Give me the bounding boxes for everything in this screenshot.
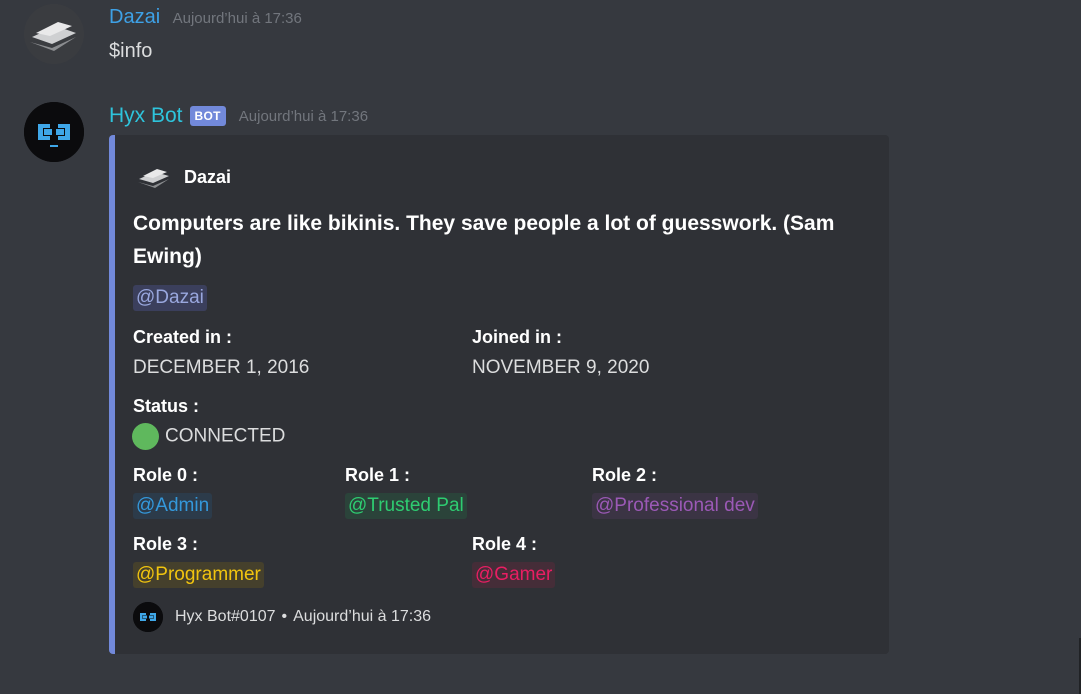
role-mention-admin[interactable]: @Admin — [133, 493, 213, 519]
footer-timestamp: Aujourd’hui à 17:36 — [293, 608, 432, 625]
footer-separator: • — [281, 608, 288, 625]
embed-author-name[interactable]: Dazai — [184, 167, 231, 188]
green-circle-icon — [132, 423, 159, 450]
role-mention-gamer[interactable]: @Gamer — [472, 562, 556, 588]
bot-badge: BOT — [189, 106, 226, 126]
message-timestamp[interactable]: Aujourd’hui à 17:36 — [239, 108, 368, 125]
message-timestamp[interactable]: Aujourd’hui à 17:36 — [173, 10, 302, 27]
field-joined-value: NOVEMBER 9, 2020 — [472, 357, 650, 378]
field-role0-name: Role 0 : — [133, 465, 199, 485]
role-mention-professional-dev[interactable]: @Professional dev — [592, 493, 758, 519]
field-status-name: Status : — [133, 396, 200, 416]
message-header: Dazai Aujourd’hui à 17:36 — [109, 6, 302, 29]
field-created-value: DECEMBER 1, 2016 — [133, 357, 310, 378]
message-dazai: Dazai Aujourd’hui à 17:36 $info — [0, 0, 1081, 80]
message-header: Hyx Bot BOT Aujourd’hui à 17:36 — [109, 104, 368, 128]
info-embed: Dazai Computers are like bikinis. They s… — [109, 135, 889, 654]
embed-title: Computers are like bikinis. They save pe… — [133, 212, 835, 268]
hyx-bot-avatar-icon[interactable] — [24, 102, 84, 162]
embed-author: Dazai — [137, 165, 231, 189]
role-mention-trusted-pal[interactable]: @Trusted Pal — [345, 493, 467, 519]
dazai-avatar-icon[interactable] — [24, 4, 84, 64]
status-text: CONNECTED — [165, 425, 286, 447]
author-name[interactable]: Dazai — [109, 6, 160, 28]
field-role4-name: Role 4 : — [472, 534, 538, 554]
user-mention[interactable]: @Dazai — [133, 285, 207, 311]
footer-text: Hyx Bot#0107 — [175, 608, 276, 625]
field-role1-name: Role 1 : — [345, 465, 411, 485]
field-status-value: CONNECTED — [132, 423, 285, 450]
field-created-name: Created in : — [133, 327, 233, 347]
role-mention-programmer[interactable]: @Programmer — [133, 562, 264, 588]
message-content: $info — [109, 40, 153, 62]
hyx-bot-footer-icon — [133, 602, 163, 632]
field-role3-name: Role 3 : — [133, 534, 199, 554]
embed-footer: Hyx Bot#0107 • Aujourd’hui à 17:36 — [133, 602, 431, 632]
field-joined-name: Joined in : — [472, 327, 562, 347]
author-name[interactable]: Hyx Bot — [109, 104, 183, 128]
embed-author-icon — [138, 169, 169, 188]
field-role2-name: Role 2 : — [592, 465, 658, 485]
